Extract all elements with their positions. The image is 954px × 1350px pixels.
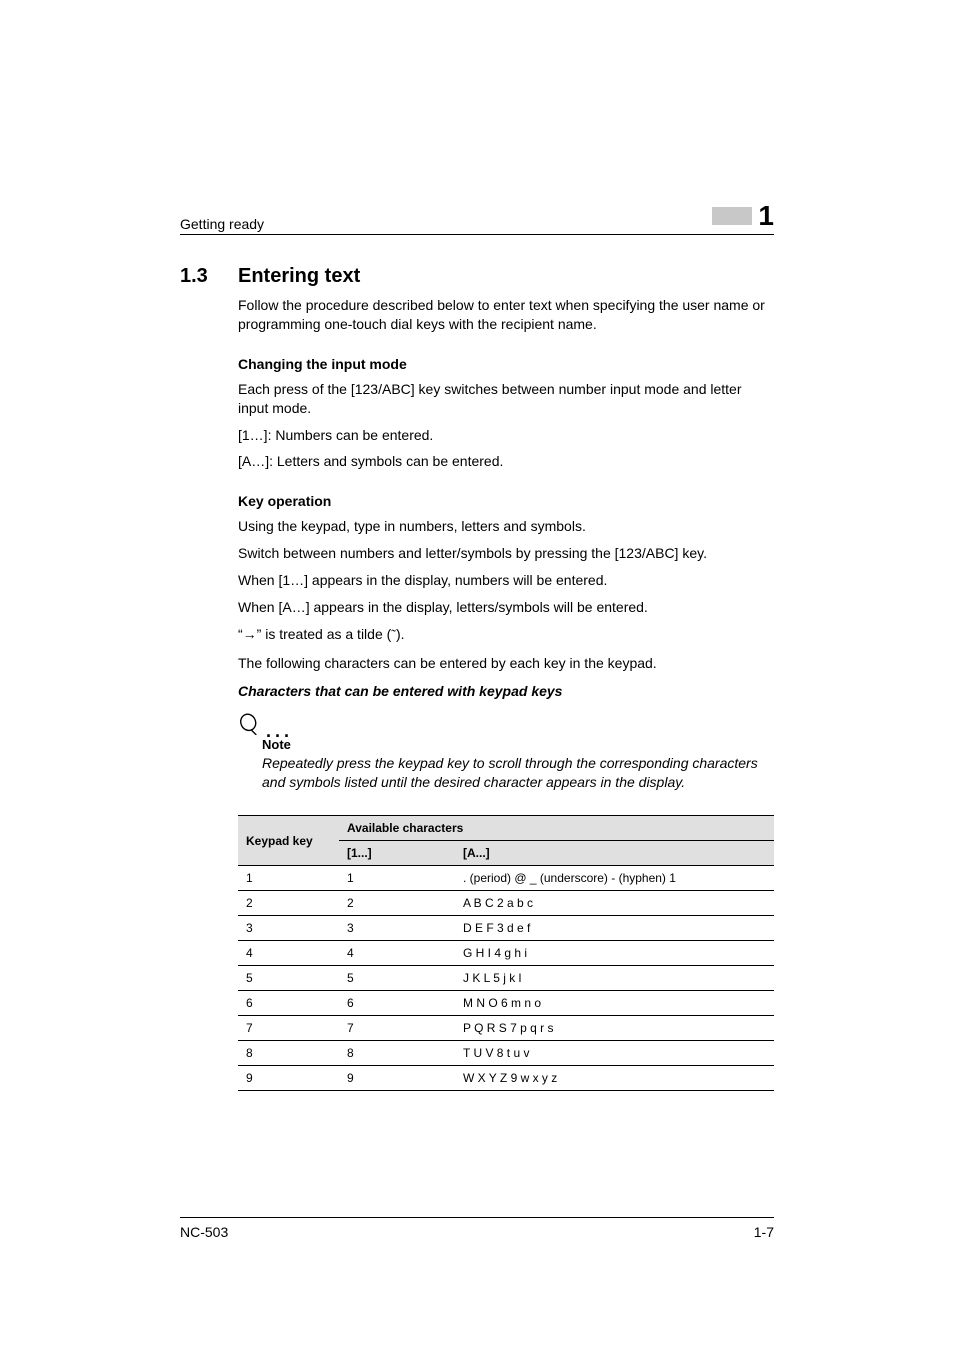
cell-key: 8 <box>238 1041 339 1066</box>
key-op-p5-post: ). <box>396 626 405 642</box>
note-block: ... Note Repeatedly press the keypad key… <box>238 713 774 792</box>
cell-alpha: P Q R S 7 p q r s <box>455 1016 774 1041</box>
cell-key: 3 <box>238 916 339 941</box>
keypad-table: Keypad key Available characters [1...] [… <box>238 815 774 1091</box>
table-row: 3 3 D E F 3 d e f <box>238 916 774 941</box>
table-row: 4 4 G H I 4 g h i <box>238 941 774 966</box>
cell-alpha: A B C 2 a b c <box>455 891 774 916</box>
arrow-icon: → <box>243 626 257 642</box>
characters-subheading: Characters that can be entered with keyp… <box>238 683 774 699</box>
table-row: 5 5 J K L 5 j k l <box>238 966 774 991</box>
cell-num: 8 <box>339 1041 455 1066</box>
note-label: Note <box>262 737 774 752</box>
note-dots: ... <box>266 727 293 735</box>
cell-num: 7 <box>339 1016 455 1041</box>
th-available: Available characters <box>339 816 774 841</box>
header-right: 1 <box>712 200 774 232</box>
key-op-p3: When [1…] appears in the display, number… <box>238 571 774 590</box>
key-op-heading: Key operation <box>238 493 774 509</box>
chapter-block <box>712 207 752 225</box>
cell-alpha: . (period) @ _ (underscore) - (hyphen) 1 <box>455 866 774 891</box>
cell-key: 2 <box>238 891 339 916</box>
table-row: 1 1 . (period) @ _ (underscore) - (hyphe… <box>238 866 774 891</box>
note-text: Repeatedly press the keypad key to scrol… <box>262 754 774 792</box>
chapter-number: 1 <box>758 200 774 232</box>
section-heading: 1.3 Entering text <box>180 265 774 288</box>
cell-num: 5 <box>339 966 455 991</box>
cell-key: 9 <box>238 1066 339 1091</box>
section-number: 1.3 <box>180 265 238 288</box>
header-left-text: Getting ready <box>180 216 264 232</box>
footer-left: NC-503 <box>180 1224 228 1240</box>
cell-key: 6 <box>238 991 339 1016</box>
cell-alpha: D E F 3 d e f <box>455 916 774 941</box>
change-mode-p3: [A…]: Letters and symbols can be entered… <box>238 452 774 471</box>
table-row: 6 6 M N O 6 m n o <box>238 991 774 1016</box>
note-icon <box>238 713 260 735</box>
page-header: Getting ready 1 <box>180 200 774 235</box>
table-row: 8 8 T U V 8 t u v <box>238 1041 774 1066</box>
key-op-p5-mid: ” is treated as a tilde ( <box>257 626 392 642</box>
cell-key: 7 <box>238 1016 339 1041</box>
section-title: Entering text <box>238 265 360 288</box>
cell-alpha: J K L 5 j k l <box>455 966 774 991</box>
th-amode: [A...] <box>455 841 774 866</box>
footer-right: 1-7 <box>754 1224 774 1240</box>
cell-num: 6 <box>339 991 455 1016</box>
key-op-p5: “→” is treated as a tilde (˜). <box>238 625 774 646</box>
th-1mode: [1...] <box>339 841 455 866</box>
th-keypad-key: Keypad key <box>238 816 339 866</box>
key-op-p1: Using the keypad, type in numbers, lette… <box>238 517 774 536</box>
key-op-p6: The following characters can be entered … <box>238 654 774 673</box>
cell-num: 3 <box>339 916 455 941</box>
cell-alpha: W X Y Z 9 w x y z <box>455 1066 774 1091</box>
cell-num: 9 <box>339 1066 455 1091</box>
cell-alpha: M N O 6 m n o <box>455 991 774 1016</box>
cell-key: 4 <box>238 941 339 966</box>
table-row: 7 7 P Q R S 7 p q r s <box>238 1016 774 1041</box>
cell-num: 2 <box>339 891 455 916</box>
table-row: 9 9 W X Y Z 9 w x y z <box>238 1066 774 1091</box>
change-mode-p2: [1…]: Numbers can be entered. <box>238 426 774 445</box>
cell-alpha: T U V 8 t u v <box>455 1041 774 1066</box>
cell-alpha: G H I 4 g h i <box>455 941 774 966</box>
table-row: 2 2 A B C 2 a b c <box>238 891 774 916</box>
cell-key: 5 <box>238 966 339 991</box>
key-op-p4: When [A…] appears in the display, letter… <box>238 598 774 617</box>
key-op-p2: Switch between numbers and letter/symbol… <box>238 544 774 563</box>
cell-num: 1 <box>339 866 455 891</box>
cell-key: 1 <box>238 866 339 891</box>
change-mode-heading: Changing the input mode <box>238 356 774 372</box>
intro-para: Follow the procedure described below to … <box>238 296 774 334</box>
page-footer: NC-503 1-7 <box>180 1217 774 1240</box>
change-mode-p1: Each press of the [123/ABC] key switches… <box>238 380 774 418</box>
cell-num: 4 <box>339 941 455 966</box>
